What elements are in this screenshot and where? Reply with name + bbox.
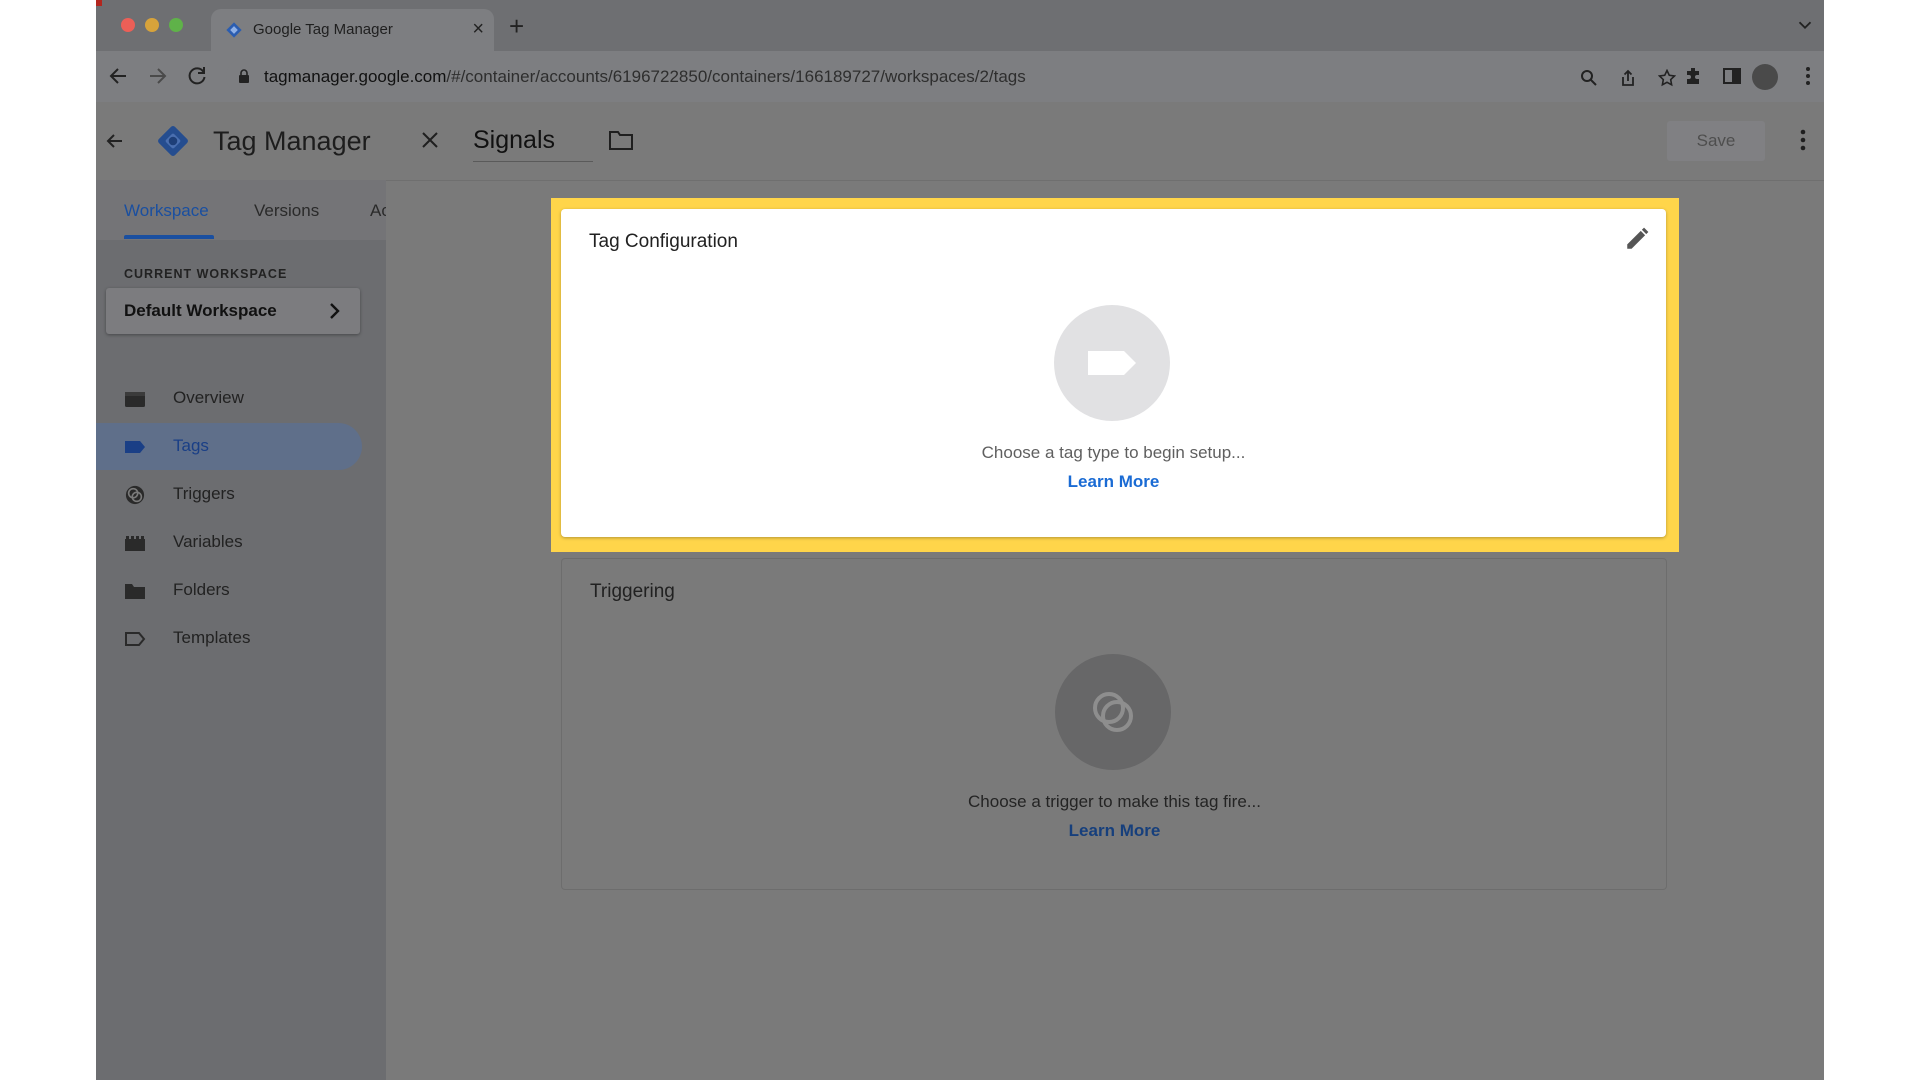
url-domain: tagmanager.google.com: [264, 67, 447, 86]
triggering-card[interactable]: Triggering Choose a trigger to make this…: [561, 558, 1667, 890]
current-workspace-name: Default Workspace: [124, 301, 277, 320]
search-icon[interactable]: [1580, 69, 1598, 87]
chevron-right-icon: [330, 303, 340, 319]
tag-icon: [125, 441, 145, 453]
trigger-icon: [1093, 692, 1133, 732]
triggering-hint: Choose a trigger to make this tag fire..…: [968, 792, 1261, 811]
app-header: Tag Manager: [96, 102, 386, 180]
sidebar-item-tags[interactable]: Tags: [96, 423, 362, 470]
overview-icon: [125, 392, 145, 407]
sidebar-item-label: Variables: [173, 532, 243, 551]
folder-icon: [125, 584, 145, 599]
sidebar-item-label: Triggers: [173, 484, 235, 503]
forward-icon[interactable]: [146, 64, 170, 88]
tab-versions[interactable]: Versions: [254, 201, 319, 221]
gtm-favicon-icon: [226, 22, 242, 38]
trigger-icon: [125, 485, 145, 505]
triggering-title: Triggering: [590, 581, 675, 602]
back-arrow-icon[interactable]: [104, 130, 126, 152]
editor-header: Signals Save: [386, 102, 1824, 181]
tag-manager-logo: [158, 126, 188, 156]
window-corner-marker: [96, 0, 102, 6]
sidebar-item-folders[interactable]: Folders: [96, 567, 362, 614]
variables-icon: [125, 536, 145, 551]
more-options-icon[interactable]: [1791, 127, 1815, 153]
sidebar-item-label: Overview: [173, 388, 244, 407]
sidebar-item-templates[interactable]: Templates: [96, 615, 362, 662]
tag-type-placeholder[interactable]: [1054, 305, 1170, 421]
tab-workspace[interactable]: Workspace: [124, 201, 209, 221]
back-icon[interactable]: [106, 64, 130, 88]
window-close-button[interactable]: [121, 18, 135, 32]
tab-admin[interactable]: Ac: [370, 201, 386, 221]
trigger-placeholder[interactable]: [1055, 654, 1171, 770]
template-icon: [125, 632, 146, 646]
sidebar-item-triggers[interactable]: Triggers: [96, 471, 362, 518]
tab-search-chevron-icon[interactable]: [1794, 14, 1816, 36]
screen: Google Tag Manager × + tagmanager.google…: [96, 0, 1824, 1080]
tag-configuration-card[interactable]: Tag Configuration Choose a tag type to b…: [561, 209, 1666, 537]
url-text[interactable]: tagmanager.google.com/#/container/accoun…: [264, 67, 1026, 87]
reload-icon[interactable]: [185, 64, 209, 88]
current-workspace-selector[interactable]: Default Workspace: [106, 288, 360, 334]
browser-toolbar: tagmanager.google.com/#/container/accoun…: [96, 51, 1824, 102]
profile-avatar[interactable]: [1752, 64, 1778, 90]
tag-editor-panel: Signals Save Tag Configuration Choose a …: [386, 102, 1824, 1080]
address-bar[interactable]: tagmanager.google.com/#/container/accoun…: [226, 58, 1694, 95]
tab-close-icon[interactable]: ×: [472, 17, 484, 41]
url-path: /#/container/accounts/6196722850/contain…: [446, 67, 1026, 86]
tag-manager-app: Tag Manager Workspace Versions Ac CURREN…: [96, 102, 1824, 1080]
side-panel-icon[interactable]: [1720, 64, 1744, 88]
current-workspace-label: CURRENT WORKSPACE: [124, 267, 288, 281]
browser-tab[interactable]: Google Tag Manager ×: [211, 9, 494, 51]
workspace-tabs: Workspace Versions Ac: [96, 180, 386, 240]
tag-icon: [1088, 351, 1136, 375]
sidebar-item-overview[interactable]: Overview: [96, 375, 362, 422]
folder-outline-icon[interactable]: [608, 129, 634, 151]
sidebar-item-label: Templates: [173, 628, 251, 647]
window-minimize-button[interactable]: [145, 18, 159, 32]
tag-name-underline: [473, 161, 593, 162]
tag-configuration-learn-more-link[interactable]: Learn More: [561, 472, 1666, 492]
close-icon[interactable]: [418, 128, 442, 152]
bookmark-star-icon[interactable]: [1658, 69, 1676, 87]
window-maximize-button[interactable]: [169, 18, 183, 32]
sidebar-item-variables[interactable]: Variables: [96, 519, 362, 566]
lock-icon[interactable]: [238, 69, 250, 83]
edit-pencil-icon[interactable]: [1624, 226, 1650, 252]
tag-configuration-hint: Choose a tag type to begin setup...: [981, 443, 1246, 462]
browser-menu-icon[interactable]: [1796, 64, 1820, 88]
sidebar-item-label: Tags: [173, 436, 209, 455]
sidebar-item-label: Folders: [173, 580, 230, 599]
left-navigation-panel: Tag Manager Workspace Versions Ac CURREN…: [96, 102, 386, 1080]
share-icon[interactable]: [1619, 69, 1637, 87]
tab-title: Google Tag Manager: [253, 21, 393, 38]
triggering-learn-more-link[interactable]: Learn More: [562, 821, 1667, 841]
tag-name-input[interactable]: Signals: [473, 126, 555, 155]
new-tab-button[interactable]: +: [509, 13, 524, 39]
active-tab-indicator: [124, 235, 214, 239]
tag-configuration-title: Tag Configuration: [589, 231, 738, 252]
save-button[interactable]: Save: [1667, 121, 1765, 161]
browser-tab-strip: Google Tag Manager × +: [96, 0, 1824, 51]
extensions-icon[interactable]: [1682, 64, 1706, 88]
product-name: Tag Manager: [213, 126, 371, 156]
